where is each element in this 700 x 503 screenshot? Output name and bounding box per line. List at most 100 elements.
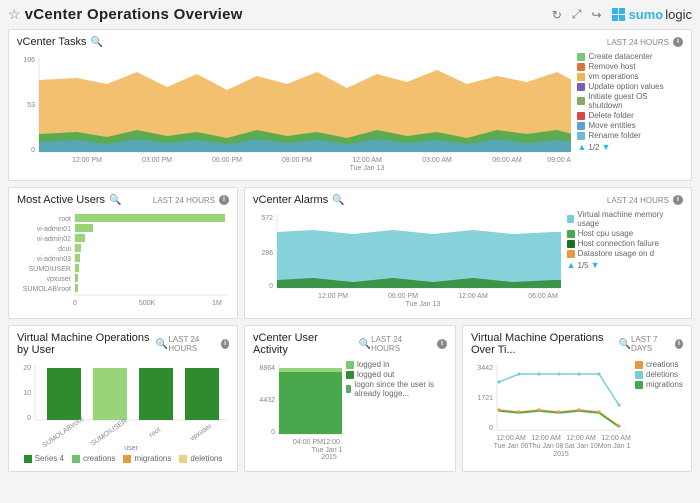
time-range[interactable]: LAST 24 HOURS xyxy=(607,38,669,47)
svg-text:root: root xyxy=(59,216,71,223)
svg-text:Tue Jan 13: Tue Jan 13 xyxy=(350,165,385,172)
svg-text:09:00 PM: 09:00 PM xyxy=(282,157,312,164)
magnify-icon[interactable]: 🔍 xyxy=(619,339,631,350)
svg-text:SUMOLAB\root: SUMOLAB\root xyxy=(41,416,85,449)
svg-text:09:00 AM: 09:00 AM xyxy=(547,157,571,164)
svg-text:SUMOLAB\root: SUMOLAB\root xyxy=(23,286,71,293)
svg-text:06:00 PM: 06:00 PM xyxy=(212,157,242,164)
svg-text:vpxuser: vpxuser xyxy=(189,422,214,442)
svg-text:12:00 AM: 12:00 AM xyxy=(496,435,526,442)
vmops-legend: Series 4 creations migrations deletions xyxy=(17,454,229,463)
info-icon[interactable]: i xyxy=(221,339,229,349)
svg-text:04:00 PM: 04:00 PM xyxy=(293,439,323,446)
share-icon[interactable]: ↪ xyxy=(592,8,602,22)
panel-title: Virtual Machine Operations Over Ti... xyxy=(471,332,615,356)
svg-text:0: 0 xyxy=(73,300,77,307)
svg-text:572: 572 xyxy=(261,215,273,222)
svg-text:286: 286 xyxy=(261,250,273,257)
svg-text:0: 0 xyxy=(27,415,31,422)
svg-text:Thu Jan 08: Thu Jan 08 xyxy=(528,443,563,450)
svg-text:SUMO\USER: SUMO\USER xyxy=(90,418,129,448)
svg-text:Mon Jan 12: Mon Jan 12 xyxy=(598,443,631,450)
svg-text:user: user xyxy=(124,445,138,452)
svg-text:06:00 AM: 06:00 AM xyxy=(528,293,558,300)
svg-text:vi-admin01: vi-admin01 xyxy=(37,226,71,233)
page-title: vCenter Operations Overview xyxy=(25,6,243,23)
magnify-icon[interactable]: 🔍 xyxy=(156,339,168,350)
svg-text:vi-admin02: vi-admin02 xyxy=(37,236,71,243)
overtime-chart: 3442 1721 0 12:00 AM 12:00 AM 12:00 A xyxy=(471,360,631,460)
svg-text:12:00 AM: 12:00 AM xyxy=(601,435,631,442)
svg-text:Tue Jan 13: Tue Jan 13 xyxy=(312,447,342,454)
magnify-icon[interactable]: 🔍 xyxy=(332,195,344,206)
svg-text:53: 53 xyxy=(27,102,35,109)
svg-text:12:00 AM 08:00 AM: 12:00 AM 08:00 AM xyxy=(322,439,342,446)
panel-vm-ops-over-time: Virtual Machine Operations Over Ti... 🔍 L… xyxy=(462,325,692,472)
info-icon[interactable]: i xyxy=(437,339,447,349)
svg-text:Tue Jan 13: Tue Jan 13 xyxy=(406,301,441,308)
time-range[interactable]: LAST 24 HOURS xyxy=(371,335,433,353)
panel-vm-ops-by-user: Virtual Machine Operations by User 🔍 LAST… xyxy=(8,325,238,472)
svg-text:Tue Jan 06: Tue Jan 06 xyxy=(494,443,529,450)
svg-text:SUMO\USER: SUMO\USER xyxy=(29,266,71,273)
svg-text:0: 0 xyxy=(269,283,273,290)
info-icon[interactable]: i xyxy=(673,37,683,47)
svg-text:12:00 PM: 12:00 PM xyxy=(72,157,102,164)
magnify-icon[interactable]: 🔍 xyxy=(109,195,121,206)
panel-title: vCenter User Activity xyxy=(253,332,355,356)
svg-text:0: 0 xyxy=(489,425,493,432)
svg-text:4432: 4432 xyxy=(259,397,275,404)
refresh-icon[interactable]: ↻ xyxy=(552,8,562,22)
svg-text:03:00 PM: 03:00 PM xyxy=(142,157,172,164)
panel-title: Most Active Users xyxy=(17,194,105,206)
svg-text:12:00 AM: 12:00 AM xyxy=(458,293,488,300)
dashboard-header: ☆ vCenter Operations Overview ↻ ⤢ ↪ sumo… xyxy=(8,6,692,23)
vmops-chart: 20 10 0 SUMOLAB\root SUMO\USER root vpxu… xyxy=(17,360,233,452)
svg-text:0: 0 xyxy=(31,147,35,154)
svg-text:1M: 1M xyxy=(212,300,222,307)
svg-text:03:00 AM: 03:00 AM xyxy=(422,157,452,164)
expand-icon[interactable]: ⤢ xyxy=(572,7,582,22)
info-icon[interactable]: i xyxy=(675,339,683,349)
svg-text:12:00 AM: 12:00 AM xyxy=(352,157,382,164)
svg-text:0: 0 xyxy=(271,429,275,436)
svg-text:12:00 AM: 12:00 AM xyxy=(531,435,561,442)
panel-user-activity: vCenter User Activity 🔍 LAST 24 HOURS i 88… xyxy=(244,325,456,472)
panel-vcenter-tasks: vCenter Tasks 🔍 LAST 24 HOURS i 106 53 0 xyxy=(8,29,692,181)
panel-title: vCenter Tasks xyxy=(17,36,87,48)
panel-vcenter-alarms: vCenter Alarms🔍 LAST 24 HOURSi 572 286 0 xyxy=(244,187,692,319)
svg-text:1721: 1721 xyxy=(477,395,493,402)
time-range[interactable]: LAST 7 DAYS xyxy=(631,335,671,353)
time-range[interactable]: LAST 24 HOURS xyxy=(168,335,217,353)
svg-text:12:00 PM: 12:00 PM xyxy=(318,293,348,300)
favorite-icon[interactable]: ☆ xyxy=(8,6,21,23)
svg-text:3442: 3442 xyxy=(477,365,493,372)
activity-legend: logged in logged out logon since the use… xyxy=(346,360,447,460)
svg-text:root: root xyxy=(148,426,162,439)
svg-text:2015: 2015 xyxy=(553,451,569,458)
brand-logo: sumologic xyxy=(612,7,692,22)
panel-title: Virtual Machine Operations by User xyxy=(17,332,152,356)
info-icon[interactable]: i xyxy=(219,195,229,205)
svg-text:06:00 AM: 06:00 AM xyxy=(492,157,522,164)
svg-text:8864: 8864 xyxy=(259,365,275,372)
magnify-icon[interactable]: 🔍 xyxy=(359,339,371,350)
svg-text:10: 10 xyxy=(23,390,31,397)
svg-text:106: 106 xyxy=(23,57,35,64)
svg-text:500K: 500K xyxy=(139,300,156,307)
svg-text:2015: 2015 xyxy=(321,454,337,460)
svg-text:vi-admin03: vi-admin03 xyxy=(37,256,71,263)
time-range[interactable]: LAST 24 HOURS xyxy=(607,196,669,205)
magnify-icon[interactable]: 🔍 xyxy=(91,37,103,48)
panel-most-active-users: Most Active Users 🔍 LAST 24 HOURS i 0 500K… xyxy=(8,187,238,319)
svg-text:dcui: dcui xyxy=(58,246,71,253)
alarms-chart: 572 286 0 12:00 PM 06:00 PM 12:00 AM 06:… xyxy=(253,210,561,310)
info-icon[interactable]: i xyxy=(673,195,683,205)
alarms-legend: Virtual machine memory usage Host cpu us… xyxy=(567,210,683,310)
activity-chart: 8864 4432 0 04:00 PM 12:00 AM 08:00 AM T… xyxy=(253,360,342,460)
svg-text:12:00 AM: 12:00 AM xyxy=(566,435,596,442)
svg-text:06:00 PM: 06:00 PM xyxy=(388,293,418,300)
tasks-legend: Create datacenter Remove host vm operati… xyxy=(577,52,683,172)
time-range[interactable]: LAST 24 HOURS xyxy=(153,196,215,205)
svg-text:vpxuser: vpxuser xyxy=(46,276,71,283)
